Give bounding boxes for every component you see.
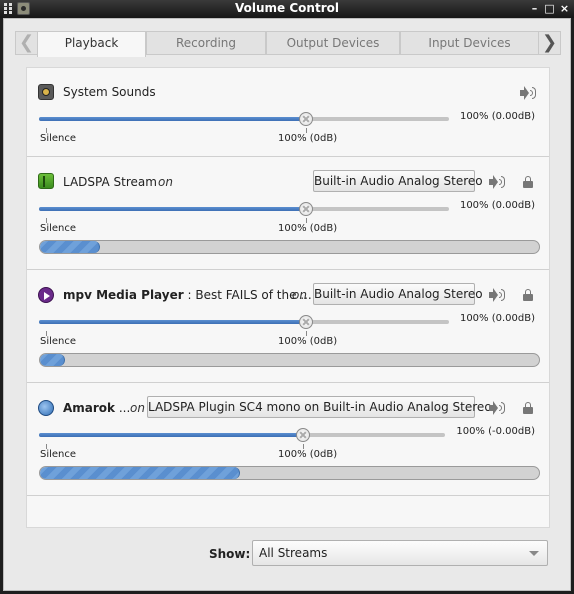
ladspa-app-icon: [38, 173, 54, 189]
lock-channels-icon[interactable]: [523, 176, 533, 188]
stream-name-bold: mpv Media Player: [63, 288, 184, 302]
tab-input-devices[interactable]: Input Devices: [400, 31, 539, 55]
unity-label: 100% (0dB): [278, 336, 338, 347]
maximize-button[interactable]: □: [544, 2, 555, 15]
silence-label: Silence: [40, 336, 77, 347]
amarok-icon: [38, 400, 54, 416]
unity-label: 100% (0dB): [278, 223, 338, 234]
stream-name-rest: ...: [115, 401, 131, 415]
stream-mpv: mpv Media Player : Best FAILS of the ...…: [27, 270, 549, 383]
tab-output-devices[interactable]: Output Devices: [266, 31, 400, 55]
mute-toggle-icon[interactable]: [489, 401, 505, 415]
stream-ladspa: LADSPA Stream on Built-in Audio Analog S…: [27, 157, 549, 270]
on-label: on: [158, 175, 173, 189]
volume-slider[interactable]: [39, 315, 449, 329]
window-title: Volume Control: [235, 1, 339, 15]
volume-slider[interactable]: [39, 202, 449, 216]
chevron-down-icon: [529, 551, 539, 556]
volume-slider-thumb[interactable]: [298, 202, 313, 216]
tab-scroll-left-icon[interactable]: ❮: [15, 31, 37, 55]
tab-recording[interactable]: Recording: [146, 31, 266, 55]
tab-playback[interactable]: Playback: [37, 31, 146, 57]
volume-slider-thumb[interactable]: [295, 428, 310, 442]
output-device-button[interactable]: Built-in Audio Analog Stereo: [313, 283, 483, 305]
tab-scroll-right-icon[interactable]: ❯: [539, 31, 561, 55]
output-device-button[interactable]: LADSPA Plugin SC4 mono on Built-in Audio…: [147, 396, 492, 418]
show-label: Show:: [209, 547, 251, 561]
mute-toggle-icon[interactable]: [520, 86, 536, 100]
on-label: on: [292, 288, 307, 302]
unity-label: 100% (0dB): [278, 449, 338, 460]
mute-toggle-icon[interactable]: [489, 175, 505, 189]
output-device-button[interactable]: Built-in Audio Analog Stereo: [313, 170, 483, 192]
stream-name: LADSPA Stream: [63, 175, 157, 189]
stream-name: System Sounds: [63, 85, 156, 99]
show-select-value: All Streams: [259, 546, 328, 560]
unity-label: 100% (0dB): [278, 133, 338, 144]
peak-meter: [39, 240, 540, 254]
volume-readout: 100% (-0.00dB): [456, 426, 535, 437]
stream-name: mpv Media Player : Best FAILS of the ...: [63, 288, 312, 302]
volume-slider[interactable]: [39, 428, 445, 442]
stream-amarok: Amarok ... on LADSPA Plugin SC4 mono on …: [27, 383, 549, 496]
silence-label: Silence: [40, 223, 77, 234]
stream-system-sounds: System Sounds 100% (0.00dB) Silence 100%…: [27, 68, 549, 157]
silence-label: Silence: [40, 449, 77, 460]
streams-list[interactable]: System Sounds 100% (0.00dB) Silence 100%…: [26, 67, 550, 528]
stream-name: Amarok ...: [63, 401, 130, 415]
show-streams-select[interactable]: All Streams: [252, 540, 548, 566]
stream-name-bold: Amarok: [63, 401, 116, 415]
mpv-icon: [38, 287, 54, 303]
title-bar[interactable]: Volume Control – □ ×: [0, 0, 574, 18]
lock-channels-icon[interactable]: [523, 402, 533, 414]
mute-toggle-icon[interactable]: [489, 288, 505, 302]
on-label: on: [130, 401, 145, 415]
close-button[interactable]: ×: [559, 2, 570, 15]
peak-meter: [39, 466, 540, 480]
tab-bar: ❮ Playback Recording Output Devices Inpu…: [15, 31, 561, 57]
minimize-button[interactable]: –: [529, 2, 540, 15]
volume-readout: 100% (0.00dB): [459, 313, 535, 324]
peak-meter: [39, 353, 540, 367]
silence-label: Silence: [40, 133, 77, 144]
volume-slider[interactable]: [39, 112, 449, 126]
speaker-icon: [38, 84, 54, 100]
volume-readout: 100% (0.00dB): [459, 200, 535, 211]
window-body: ❮ Playback Recording Output Devices Inpu…: [3, 18, 571, 591]
volume-slider-thumb[interactable]: [298, 112, 313, 126]
volume-slider-thumb[interactable]: [298, 315, 313, 329]
lock-channels-icon[interactable]: [523, 289, 533, 301]
volume-readout: 100% (0.00dB): [459, 111, 535, 122]
